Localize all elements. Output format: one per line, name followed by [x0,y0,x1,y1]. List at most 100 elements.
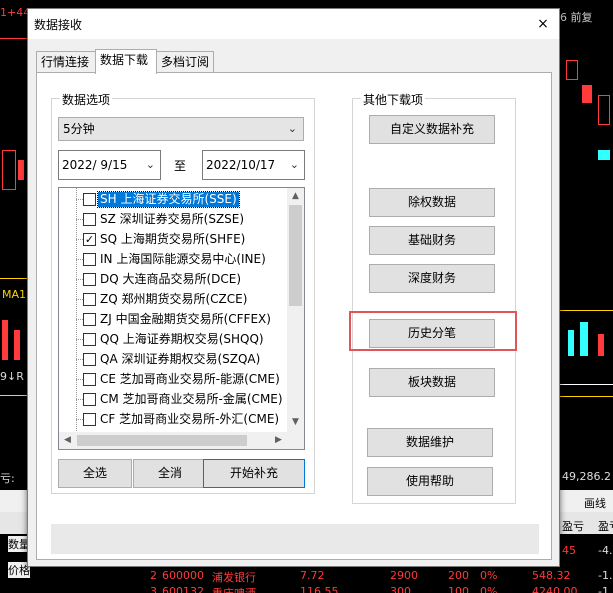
bg-query-button[interactable]: 查询 [88,584,110,593]
market-list[interactable]: SH 上海证券交易所(SSE) SZ 深圳证券交易所(SZSE) ✓ SQ 上海期货交… [58,187,305,450]
bg-candle [598,95,610,125]
chevron-down-icon: ⌄ [289,158,299,171]
market-label: QQ 上海证券期权交易(SHQQ) [100,332,264,346]
market-label: CF 芝加哥商业交易所-外汇(CME) [100,412,280,426]
start-date-picker[interactable]: 2022/ 9/15 ⌄ [58,150,161,180]
bg-arrow-label: 9↓R [0,370,24,383]
market-label: CM 芝加哥商业交易所-金属(CME) [100,392,283,406]
select-all-button[interactable]: 全选 [58,459,132,488]
tree-guide-line [76,399,83,400]
bg-row1-value2: -4. [598,544,613,557]
horizontal-scrollbar[interactable]: ◀ ▶ [59,432,287,449]
bg-candle [18,160,24,180]
tree-guide-line [76,239,83,240]
end-date-picker[interactable]: 2022/10/17 ⌄ [202,150,305,180]
market-checkbox[interactable] [83,293,96,306]
market-checkbox[interactable]: ✓ [83,233,96,246]
market-checkbox[interactable] [83,353,96,366]
bg-ma-label: MA1 [2,288,27,301]
bg-volume-bar [2,320,8,360]
market-checkbox[interactable] [83,393,96,406]
market-label: SH 上海证券交易所(SSE) [97,191,240,208]
progress-status-bar [51,524,539,554]
tree-guide-line [76,379,83,380]
tab-multi-level-subscription[interactable]: 多档订阅 [156,51,214,73]
tree-guide-line [76,359,83,360]
table-row[interactable]: 3 600132 重庆啤酒 116.55 300 100 0% 4240.00 … [122,583,613,593]
bg-volume-bar [568,330,574,356]
scroll-left-icon[interactable]: ◀ [59,435,76,445]
market-checkbox[interactable] [83,253,96,266]
period-select[interactable]: 5分钟 ⌄ [58,117,304,141]
bg-ma-line [0,278,27,279]
tab-data-download[interactable]: 数据下载 [95,49,157,74]
start-download-button[interactable]: 开始补充 [203,459,305,488]
market-label: DQ 大连商品交易所(DCE) [100,272,242,286]
other-downloads-label: 其他下载项 [361,91,426,108]
tick-history-button[interactable]: 历史分笔 [369,319,495,348]
bg-volume-bar [14,330,20,360]
bg-profit-header: 盈亏 [562,520,584,533]
market-checkbox[interactable] [83,273,96,286]
data-options-label: 数据选项 [60,91,113,108]
scroll-right-icon[interactable]: ▶ [270,435,287,445]
scroll-down-icon[interactable]: ▼ [287,417,304,427]
end-date-value: 2022/10/17 [206,158,276,172]
tree-guide-line [76,319,83,320]
market-label: ZJ 中国金融期货交易所(CFFEX) [100,312,271,326]
bg-indicator-line [560,384,613,385]
vertical-scroll-thumb[interactable] [289,205,302,306]
chevron-down-icon: ⌄ [287,122,297,135]
bg-candle [598,150,610,160]
basic-finance-button[interactable]: 基础财务 [369,226,495,255]
custom-data-button[interactable]: 自定义数据补充 [369,115,495,144]
tree-guide-line [76,219,83,220]
vertical-scrollbar[interactable]: ▲ ▼ [287,188,304,432]
data-download-page: 数据选项 5分钟 ⌄ 2022/ 9/15 ⌄ 至 2022/10/17 ⌄ S… [36,72,552,560]
market-checkbox[interactable] [83,313,96,326]
tab-market-connection[interactable]: 行情连接 [36,51,96,73]
chevron-down-icon: ⌄ [145,158,155,171]
bg-row1-value: 45 [562,544,576,557]
market-checkbox[interactable] [83,213,96,226]
start-date-value: 2022/ 9/15 [62,158,128,172]
date-range-separator: 至 [174,159,187,173]
bg-candle [582,85,592,103]
bg-draw-line-button[interactable]: 画线 [584,495,606,511]
tree-guide-line [76,259,83,260]
help-button[interactable]: 使用帮助 [367,467,493,496]
tree-guide-line [76,199,83,200]
bg-total-value: 49,286.2 [562,470,611,483]
period-select-value: 5分钟 [63,122,95,136]
bg-profit-header-2: 盈亏 [598,520,613,533]
sector-data-button[interactable]: 板块数据 [369,368,495,397]
rights-data-button[interactable]: 除权数据 [369,188,495,217]
market-checkbox[interactable] [83,193,96,206]
deep-finance-button[interactable]: 深度财务 [369,264,495,293]
close-icon[interactable]: × [533,14,553,34]
data-receive-dialog: 数据接收 × 行情连接 数据下载 多档订阅 数据选项 5分钟 ⌄ 2022/ 9… [27,8,560,567]
bg-candle [2,150,16,190]
dialog-titlebar[interactable]: 数据接收 × [28,9,559,39]
market-label: SQ 上海期货交易所(SHFE) [100,232,246,246]
scroll-up-icon[interactable]: ▲ [287,191,304,201]
bg-chart-line [0,38,27,39]
bg-ma-line [560,310,613,311]
tree-guide-line [76,339,83,340]
bg-top-right-text: 6 前复 [560,11,593,24]
bg-indicator-line [0,395,27,396]
scrollbar-corner [287,432,304,449]
tree-guide-line [76,299,83,300]
data-maintenance-button[interactable]: 数据维护 [367,428,493,457]
market-label: IN 上海国际能源交易中心(INE) [100,252,266,266]
tree-guide-line [76,279,83,280]
market-label: CE 芝加哥商业交易所-能源(CME) [100,372,280,386]
tree-guide-line [76,419,83,420]
bg-profit-label: 亏: [0,472,15,485]
market-checkbox[interactable] [83,333,96,346]
deselect-all-button[interactable]: 全消 [133,459,207,488]
market-checkbox[interactable] [83,413,96,426]
market-checkbox[interactable] [83,373,96,386]
horizontal-scroll-thumb[interactable] [77,435,247,446]
market-label: QA 深圳证券期权交易(SZQA) [100,352,261,366]
